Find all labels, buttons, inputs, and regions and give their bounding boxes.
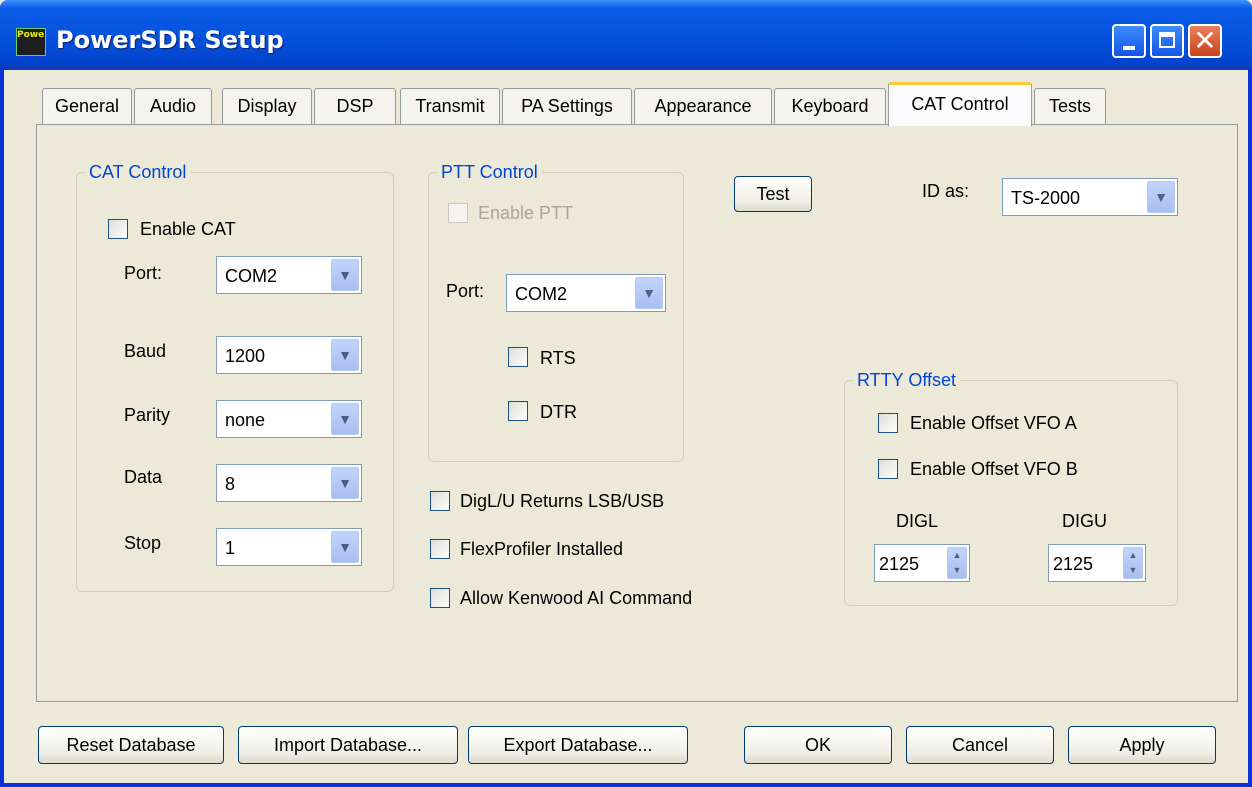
cat-port-value: COM2 <box>225 266 278 286</box>
kenwood-ai-checkbox[interactable] <box>430 588 450 608</box>
dtr-checkbox[interactable] <box>508 401 528 421</box>
reset-database-button[interactable]: Reset Database <box>38 726 224 764</box>
rts-label: RTS <box>540 348 576 368</box>
ok-button[interactable]: OK <box>744 726 892 764</box>
cat-control-group-title: CAT Control <box>85 161 191 183</box>
tab-audio[interactable]: Audio <box>134 88 212 124</box>
chevron-down-icon[interactable]: ▼ <box>331 403 359 435</box>
tab-appearance[interactable]: Appearance <box>634 88 772 124</box>
baud-label: Baud <box>124 341 167 361</box>
digl-returns-label: DigL/U Returns LSB/USB <box>460 491 665 511</box>
baud-select[interactable]: 1200 ▼ <box>216 336 362 374</box>
tab-cat-control[interactable]: CAT Control <box>888 82 1032 126</box>
title-bar[interactable]: PowerSDR PowerSDR Setup ✕ <box>0 0 1252 70</box>
data-bits-value: 8 <box>225 474 236 494</box>
minimize-button[interactable] <box>1112 24 1146 58</box>
digl-offset-spinner[interactable]: 2125 ▲ ▼ <box>874 544 970 582</box>
digl-offset-label: DIGL <box>896 511 939 531</box>
maximize-icon <box>1159 32 1175 48</box>
data-bits-label: Data <box>124 467 163 487</box>
tab-general[interactable]: General <box>42 88 132 124</box>
cat-port-select[interactable]: COM2 ▼ <box>216 256 362 294</box>
tab-tests[interactable]: Tests <box>1034 88 1106 124</box>
enable-cat-checkbox[interactable] <box>108 219 128 239</box>
test-button[interactable]: Test <box>734 176 812 212</box>
id-as-value: TS-2000 <box>1011 188 1081 208</box>
maximize-button[interactable] <box>1150 24 1184 58</box>
offset-vfo-a-label: Enable Offset VFO A <box>910 413 1077 433</box>
close-icon: ✕ <box>1193 24 1217 57</box>
powersdr-app-icon: PowerSDR <box>16 28 46 56</box>
stop-bits-label: Stop <box>124 533 162 553</box>
digl-returns-checkbox[interactable] <box>430 491 450 511</box>
minimize-icon <box>1123 46 1135 50</box>
parity-select[interactable]: none ▼ <box>216 400 362 438</box>
offset-vfo-b-checkbox[interactable] <box>878 459 898 479</box>
apply-button[interactable]: Apply <box>1068 726 1216 764</box>
tab-dsp[interactable]: DSP <box>314 88 396 124</box>
data-bits-select[interactable]: 8 ▼ <box>216 464 362 502</box>
chevron-down-icon[interactable]: ▼ <box>331 467 359 499</box>
enable-ptt-checkbox <box>448 203 468 223</box>
enable-cat-label: Enable CAT <box>140 219 236 239</box>
baud-value: 1200 <box>225 346 266 366</box>
offset-vfo-b-label: Enable Offset VFO B <box>910 459 1078 479</box>
tab-transmit[interactable]: Transmit <box>400 88 500 124</box>
id-as-select[interactable]: TS-2000 ▼ <box>1002 178 1178 216</box>
parity-value: none <box>225 410 266 430</box>
offset-vfo-a-checkbox[interactable] <box>878 413 898 433</box>
dtr-label: DTR <box>540 402 577 422</box>
chevron-down-icon[interactable]: ▼ <box>1147 181 1175 213</box>
enable-ptt-label: Enable PTT <box>478 203 574 223</box>
setup-window: PowerSDR PowerSDR Setup ✕ General Audio … <box>0 0 1252 787</box>
kenwood-ai-label: Allow Kenwood AI Command <box>460 588 693 608</box>
ptt-control-group-title: PTT Control <box>437 161 542 183</box>
stop-bits-select[interactable]: 1 ▼ <box>216 528 362 566</box>
digl-offset-value: 2125 <box>879 554 920 574</box>
id-as-label: ID as: <box>922 181 970 201</box>
chevron-down-icon[interactable]: ▼ <box>635 277 663 309</box>
close-button[interactable]: ✕ <box>1188 24 1222 58</box>
chevron-down-icon[interactable]: ▼ <box>331 531 359 563</box>
digu-offset-spinner[interactable]: 2125 ▲ ▼ <box>1048 544 1146 582</box>
chevron-down-icon[interactable]: ▼ <box>331 259 359 291</box>
rtty-offset-group-title: RTTY Offset <box>853 369 961 391</box>
rts-checkbox[interactable] <box>508 347 528 367</box>
ptt-port-select[interactable]: COM2 ▼ <box>506 274 666 312</box>
flexprofiler-checkbox[interactable] <box>430 539 450 559</box>
import-database-button[interactable]: Import Database... <box>238 726 458 764</box>
parity-label: Parity <box>124 405 171 425</box>
window-title: PowerSDR Setup <box>56 26 284 54</box>
tab-display[interactable]: Display <box>222 88 312 124</box>
ptt-port-label: Port: <box>446 281 485 301</box>
export-database-button[interactable]: Export Database... <box>468 726 688 764</box>
flexprofiler-label: FlexProfiler Installed <box>460 539 624 559</box>
cat-port-label: Port: <box>124 263 163 283</box>
digu-offset-label: DIGU <box>1062 511 1107 531</box>
chevron-down-icon[interactable]: ▼ <box>331 339 359 371</box>
tab-keyboard[interactable]: Keyboard <box>774 88 886 124</box>
spin-arrows-icon[interactable]: ▲ ▼ <box>947 547 967 579</box>
stop-bits-value: 1 <box>225 538 236 558</box>
cancel-button[interactable]: Cancel <box>906 726 1054 764</box>
tab-pa-settings[interactable]: PA Settings <box>502 88 632 124</box>
digu-offset-value: 2125 <box>1053 554 1094 574</box>
ptt-port-value: COM2 <box>515 284 568 304</box>
spin-arrows-icon[interactable]: ▲ ▼ <box>1123 547 1143 579</box>
